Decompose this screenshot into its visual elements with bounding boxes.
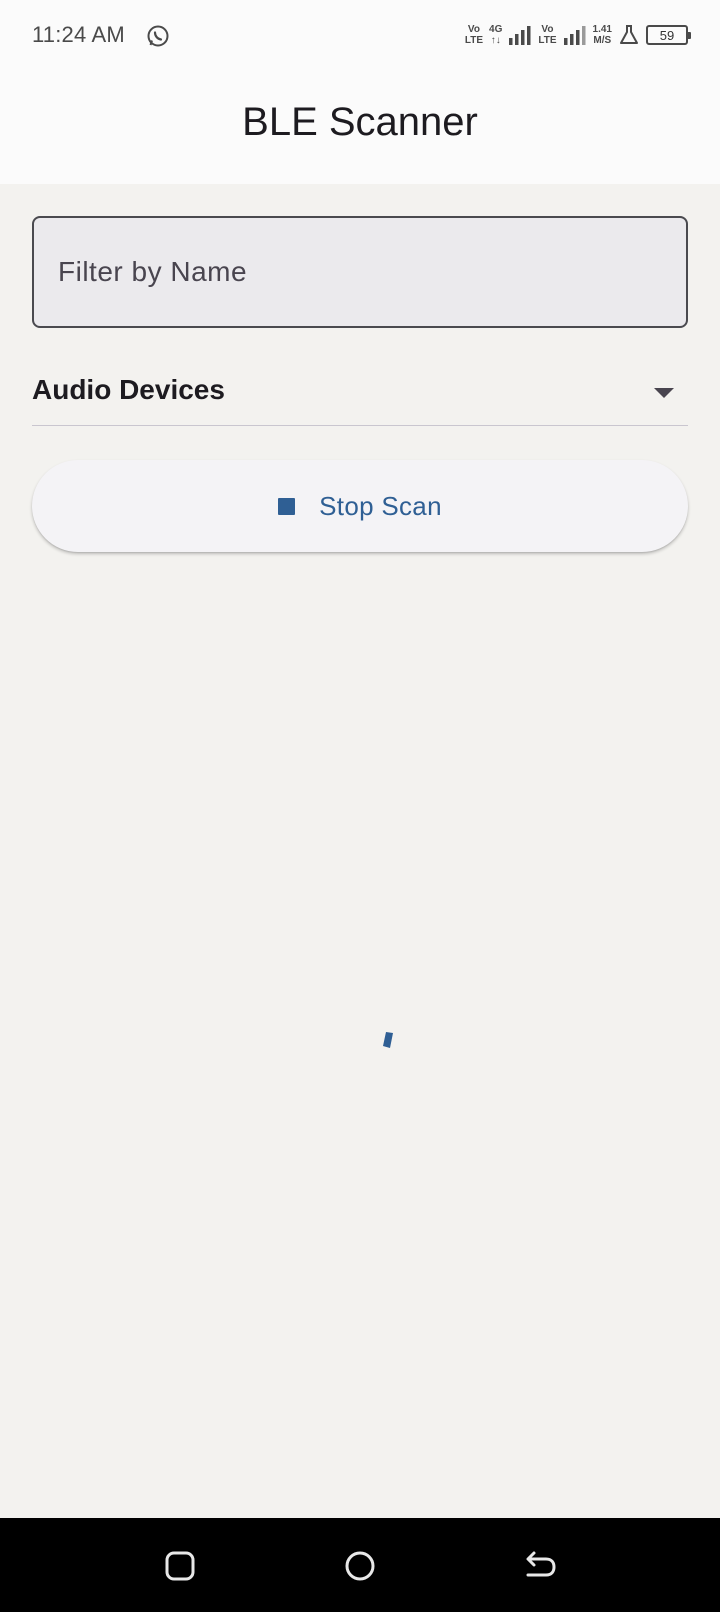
network-speed-unit: M/S <box>593 35 612 46</box>
volte-bottom-label: LTE <box>464 35 484 46</box>
screen: 11:24 AM Vo LTE 4G ↑↓ Vo LTE 1.41 M/S 59… <box>0 0 720 1612</box>
network-type-label: 4G <box>489 24 503 35</box>
volte-top-label: Vo <box>467 24 480 35</box>
status-bar: 11:24 AM Vo LTE 4G ↑↓ Vo LTE 1.41 M/S 59 <box>0 0 720 72</box>
loading-spinner-icon <box>383 1032 393 1048</box>
device-type-dropdown[interactable]: Audio Devices <box>32 364 688 426</box>
volte-icon: Vo LTE <box>465 24 483 46</box>
recents-icon[interactable] <box>162 1548 198 1584</box>
dropdown-selected-value: Audio Devices <box>32 374 225 405</box>
stop-icon <box>278 497 296 515</box>
battery-icon: 59 <box>646 25 691 45</box>
filter-by-name-input[interactable] <box>34 218 686 326</box>
status-time: 11:24 AM <box>32 22 125 47</box>
volte-bottom-label: LTE <box>538 35 557 46</box>
status-indicators: Vo LTE 4G ↑↓ Vo LTE 1.41 M/S 59 <box>465 20 691 50</box>
stop-scan-button[interactable]: Stop Scan <box>32 460 688 552</box>
home-icon[interactable] <box>342 1548 378 1584</box>
battery-level: 59 <box>659 27 675 43</box>
network-type-icon: 4G ↑↓ <box>489 24 502 46</box>
network-activity-label: ↑↓ <box>490 35 501 46</box>
whatsapp-icon <box>147 25 169 47</box>
system-nav-bar <box>0 1518 720 1612</box>
page-title: BLE Scanner <box>242 100 478 144</box>
volte-icon-2: Vo LTE <box>538 24 556 46</box>
back-icon[interactable] <box>522 1548 558 1584</box>
signal-icon <box>509 26 531 45</box>
signal-icon-2 <box>563 26 586 45</box>
volte-top-label: Vo <box>541 24 554 35</box>
network-speed: 1.41 M/S <box>593 24 612 46</box>
network-speed-value: 1.41 <box>592 24 612 35</box>
stop-scan-label: Stop Scan <box>319 490 442 521</box>
app-bar: BLE Scanner <box>0 72 720 184</box>
dropdown-arrow-icon <box>654 388 674 398</box>
flask-icon <box>620 25 638 44</box>
filter-field[interactable] <box>32 216 688 328</box>
